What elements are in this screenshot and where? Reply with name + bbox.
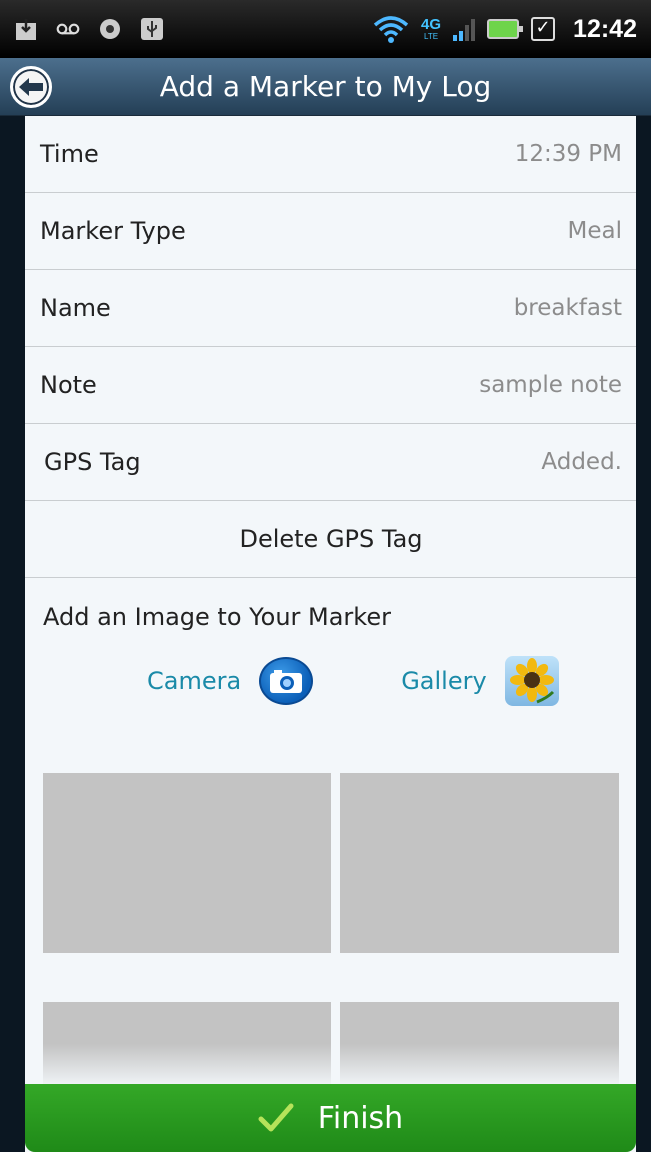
name-value: breakfast [513,295,622,321]
finish-button[interactable]: Finish [25,1084,636,1152]
time-value: 12:39 PM [514,141,622,167]
wifi-icon [373,16,409,43]
back-button[interactable] [10,66,52,108]
gps-tag-label: GPS Tag [44,448,141,476]
record-icon [98,17,122,41]
add-image-heading: Add an Image to Your Marker [43,603,391,631]
network-subtype: LTE [424,32,439,41]
marker-type-row[interactable]: Marker Type Meal [25,193,636,270]
marker-form-panel: Time 12:39 PM Marker Type Meal Name brea… [25,116,636,1152]
time-label: Time [40,140,99,168]
camera-button[interactable]: Camera [147,657,314,705]
image-slot-2[interactable] [340,773,619,953]
gallery-button[interactable]: Gallery [401,656,559,706]
network-type: 4G [421,16,442,33]
marker-type-value: Meal [567,218,622,244]
back-arrow-icon [19,78,43,96]
download-icon [14,17,38,41]
sunflower-gallery-icon [504,656,559,706]
delete-gps-tag-label: Delete GPS Tag [239,525,423,553]
checkbox-icon: ✓ [531,17,556,41]
image-source-options: Camera Gallery [25,648,636,708]
battery-charging-icon [487,19,524,39]
name-label: Name [40,294,111,322]
name-row[interactable]: Name breakfast [25,270,636,347]
checkmark-icon [258,1103,294,1132]
note-value: sample note [479,372,622,398]
title-bar: Add a Marker to My Log [0,58,651,116]
voicemail-icon [56,17,80,41]
signal-icon [453,17,476,41]
gps-tag-row[interactable]: GPS Tag Added. [25,424,636,501]
image-slot-1[interactable] [43,773,331,953]
camera-label: Camera [147,667,242,695]
delete-gps-tag-button[interactable]: Delete GPS Tag [25,501,636,578]
time-row[interactable]: Time 12:39 PM [25,116,636,193]
usb-icon [140,17,164,41]
network-indicator: 4G LTE [421,17,441,41]
note-row[interactable]: Note sample note [25,347,636,424]
marker-type-label: Marker Type [40,217,186,245]
page-title: Add a Marker to My Log [159,70,492,103]
gps-tag-value: Added. [541,449,622,475]
clock: 12:42 [573,14,637,43]
finish-label: Finish [317,1100,404,1136]
gallery-label: Gallery [401,667,487,695]
status-bar: 4G LTE ✓ 12:42 [0,0,651,58]
camera-icon [259,657,314,705]
note-label: Note [40,371,97,399]
